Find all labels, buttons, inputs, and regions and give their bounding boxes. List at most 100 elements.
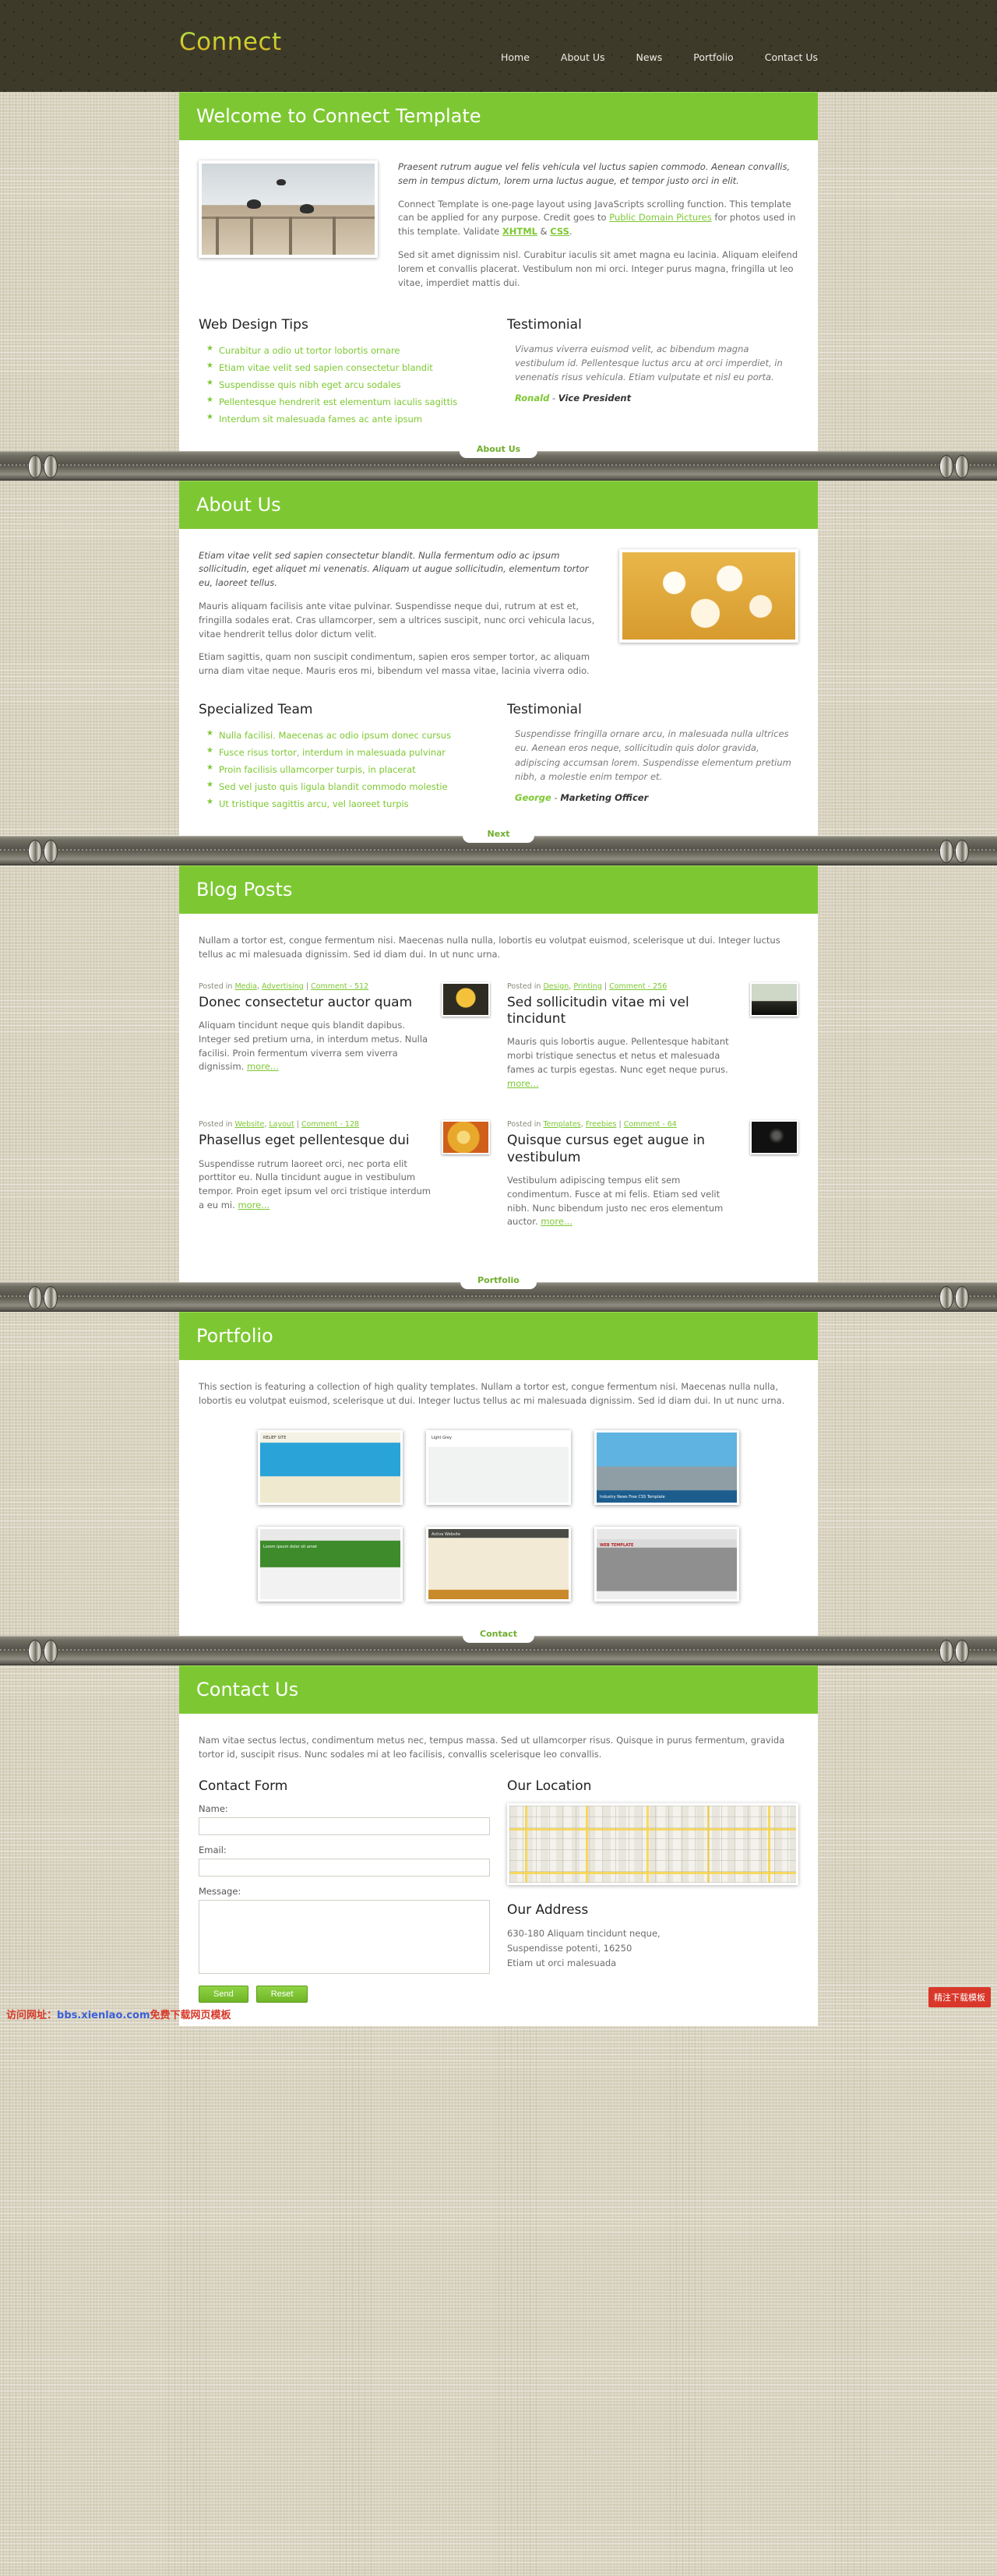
- list-item[interactable]: Pellentesque hendrerit est elementum iac…: [206, 393, 490, 411]
- public-domain-pictures-link[interactable]: Public Domain Pictures: [609, 212, 712, 223]
- watermark-part-3: 免费下载网页模板: [150, 2010, 231, 2022]
- site-logo[interactable]: Connect: [179, 28, 282, 56]
- download-template-button[interactable]: 精注下载模板: [928, 1987, 991, 2008]
- post-comment-link[interactable]: Comment - 64: [624, 1120, 677, 1129]
- post-title[interactable]: Phasellus eget pellentesque dui: [199, 1133, 432, 1149]
- post-title[interactable]: Sed sollicitudin vitae mi vel tincidunt: [507, 995, 741, 1028]
- css-link[interactable]: CSS: [550, 226, 569, 237]
- nav-item-home[interactable]: Home: [501, 51, 530, 63]
- post-comment-link[interactable]: Comment - 128: [301, 1120, 359, 1129]
- list-item[interactable]: Etiam vitae velit sed sapien consectetur…: [206, 359, 490, 376]
- section-divider-about: About Us: [0, 439, 997, 481]
- contact-section: Contact Us Nam vitae sectus lectus, cond…: [179, 1665, 818, 2027]
- list-item[interactable]: Nulla facilisi. Maecenas ac odio ipsum d…: [206, 727, 490, 744]
- post-category-link[interactable]: Templates: [543, 1120, 580, 1129]
- list-item[interactable]: Ut tristique sagittis arcu, vel laoreet …: [206, 795, 490, 812]
- send-button[interactable]: Send: [199, 1986, 248, 2003]
- about-testimonial-title: Testimonial: [507, 702, 582, 717]
- tip-label: Suspendisse quis nibh eget arcu sodales: [219, 379, 401, 390]
- portfolio-grid: RELIEF SITE Light Grey Industry News Fre…: [199, 1422, 798, 1602]
- clip-icon: [28, 1286, 42, 1310]
- clip-icon: [28, 1639, 42, 1663]
- scroll-tab-next[interactable]: Next: [463, 824, 534, 843]
- post-category-link[interactable]: Freebies: [586, 1120, 617, 1129]
- portfolio-item-caption: RELIEF SITE: [263, 1435, 287, 1440]
- post-body-text: Suspendisse rutrum laoreet orci, nec por…: [199, 1158, 431, 1211]
- post-category-link[interactable]: Layout: [269, 1120, 294, 1129]
- portfolio-item[interactable]: Active Website: [426, 1526, 571, 1602]
- post-more-link[interactable]: more...: [247, 1061, 279, 1072]
- team-label: Proin facilisis ullamcorper turpis, in p…: [219, 764, 416, 775]
- contact-title: Contact Us: [179, 1665, 818, 1714]
- nav-item-contact-us[interactable]: Contact Us: [765, 51, 818, 63]
- contact-form-block: Contact Form Name: Email: Message: Send …: [199, 1778, 490, 2003]
- testimonial-role: Vice President: [558, 392, 632, 403]
- scroll-tab-contact[interactable]: Contact: [463, 1623, 534, 1643]
- name-input[interactable]: [199, 1817, 490, 1836]
- blog-title: Blog Posts: [179, 865, 818, 914]
- post-comment-link[interactable]: Comment - 256: [609, 982, 667, 991]
- list-item[interactable]: Interdum sit malesuada fames ac ante ips…: [206, 411, 490, 428]
- our-location-title: Our Location: [507, 1778, 592, 1795]
- post-meta: Posted in Design, Printing | Comment - 2…: [507, 981, 668, 991]
- portfolio-title: Portfolio: [179, 1312, 818, 1361]
- post-title[interactable]: Quisque cursus eget augue in vestibulum: [507, 1133, 741, 1166]
- team-label: Nulla facilisi. Maecenas ac odio ipsum d…: [219, 730, 452, 741]
- welcome-paragraph-3: Sed sit amet dignissim nisl. Curabitur i…: [398, 249, 798, 288]
- web-design-tips-block: Web Design Tips Curabitur a odio ut tort…: [199, 317, 490, 428]
- post-more-link[interactable]: more...: [541, 1216, 572, 1227]
- clip-icon: [28, 454, 42, 478]
- welcome-testimonial-title: Testimonial: [507, 316, 582, 333]
- scroll-tab-about-us[interactable]: About Us: [459, 439, 538, 458]
- portfolio-item[interactable]: Industry News Free CSS Template: [594, 1429, 739, 1505]
- clip-icon: [955, 1286, 969, 1310]
- about-testimonial-block: Testimonial Suspendisse fringilla ornare…: [507, 702, 798, 812]
- clip-icon: [939, 1639, 953, 1663]
- clip-icon: [44, 454, 58, 478]
- portfolio-item-caption: Industry News Free CSS Template: [600, 1494, 665, 1499]
- list-item[interactable]: Curabitur a odio ut tortor lobortis orna…: [206, 342, 490, 359]
- location-map[interactable]: [507, 1803, 798, 1886]
- portfolio-item[interactable]: WEB TEMPLATE: [594, 1526, 739, 1602]
- email-input[interactable]: [199, 1859, 490, 1877]
- post-category-link[interactable]: Advertising: [262, 982, 304, 991]
- main-navigation: Home About Us News Portfolio Contact Us: [501, 51, 818, 63]
- nav-item-portfolio[interactable]: Portfolio: [693, 51, 733, 63]
- list-item[interactable]: Fusce risus tortor, interdum in malesuad…: [206, 744, 490, 761]
- about-lead: Etiam vitae velit sed sapien consectetur…: [199, 549, 589, 589]
- post-more-link[interactable]: more...: [507, 1078, 539, 1089]
- specialized-team-block: Specialized Team Nulla facilisi. Maecena…: [199, 702, 490, 812]
- post-category-link[interactable]: Printing: [573, 982, 602, 991]
- scroll-tab-portfolio[interactable]: Portfolio: [460, 1270, 537, 1290]
- tip-label: Pellentesque hendrerit est elementum iac…: [219, 396, 458, 407]
- nav-item-about-us[interactable]: About Us: [561, 51, 605, 63]
- welcome-title: Welcome to Connect Template: [179, 92, 818, 140]
- list-item[interactable]: Suspendisse quis nibh eget arcu sodales: [206, 376, 490, 393]
- posted-in-label: Posted in: [199, 1120, 235, 1129]
- about-paragraph-3: Etiam sagittis, quam non suscipit condim…: [199, 651, 590, 677]
- xhtml-link[interactable]: XHTML: [502, 226, 537, 237]
- post-more-link[interactable]: more...: [238, 1200, 270, 1210]
- post-meta: Posted in Templates, Freebies | Comment …: [507, 1120, 677, 1129]
- blog-post-3: Posted in Website, Layout | Comment - 12…: [199, 1120, 490, 1239]
- posted-in-label: Posted in: [507, 981, 544, 991]
- tip-label: Interdum sit malesuada fames ac ante ips…: [219, 413, 423, 425]
- post-category-link[interactable]: Design: [543, 982, 569, 991]
- testimonial-separator: -: [551, 791, 561, 803]
- reset-button[interactable]: Reset: [255, 1986, 308, 2003]
- portfolio-item[interactable]: Lorem ipsum dolor sit amet: [258, 1526, 403, 1602]
- post-title[interactable]: Donec consectetur auctor quam: [199, 995, 432, 1011]
- list-item[interactable]: Sed vel justo quis ligula blandit commod…: [206, 778, 490, 795]
- blog-row-1: Posted in Media, Advertising | Comment -…: [199, 981, 798, 1101]
- post-comment-link[interactable]: Comment - 512: [311, 982, 368, 991]
- portfolio-item[interactable]: RELIEF SITE: [258, 1429, 403, 1505]
- post-category-link[interactable]: Website: [234, 1120, 264, 1129]
- nav-item-news[interactable]: News: [636, 51, 663, 63]
- clip-icon: [939, 1286, 953, 1310]
- message-textarea[interactable]: [199, 1900, 490, 1975]
- post-category-link[interactable]: Media: [234, 982, 257, 991]
- clip-icon: [44, 1639, 58, 1663]
- portfolio-item[interactable]: Light Grey: [426, 1429, 571, 1505]
- list-item[interactable]: Proin facilisis ullamcorper turpis, in p…: [206, 761, 490, 778]
- post-body-text: Vestibulum adipiscing tempus elit sem co…: [507, 1174, 724, 1228]
